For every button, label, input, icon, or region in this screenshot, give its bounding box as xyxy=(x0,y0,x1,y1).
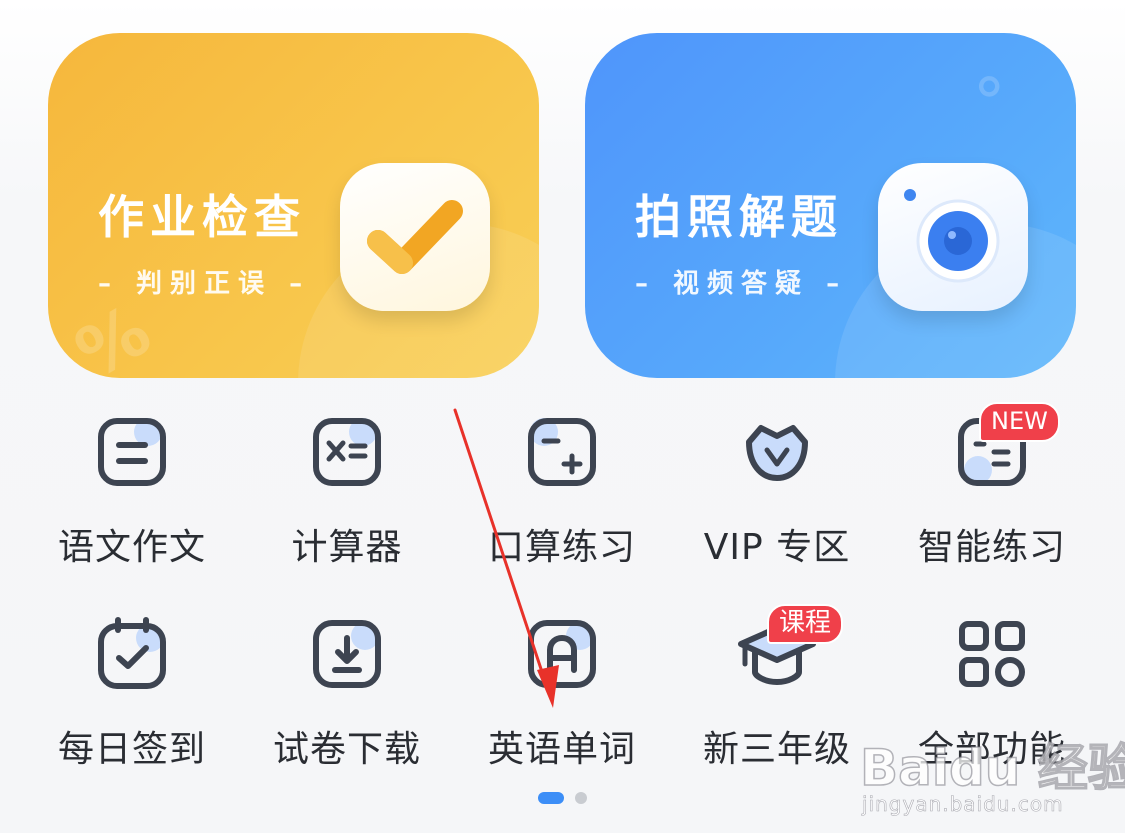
watermark-brand: Baidu 经验 xyxy=(859,738,1125,798)
pager-dot[interactable] xyxy=(575,792,587,804)
grid-item-label: 英语单词 xyxy=(487,729,636,770)
grid-item-essay[interactable]: 语文作文 xyxy=(27,412,237,582)
decoration-icon: ⚬ xyxy=(950,45,1030,131)
photo-solve-card[interactable]: ⚬ 拍照解题 – 视频答疑 – xyxy=(585,33,1076,378)
grid-item-label: VIP 专区 xyxy=(703,527,851,568)
grid-item-label: 试卷下载 xyxy=(272,729,421,770)
grid-item-label: 语文作文 xyxy=(57,527,206,568)
calculator-icon xyxy=(307,412,387,492)
grid-item-smart-practice[interactable]: NEW 智能练习 xyxy=(887,402,1097,582)
baidu-watermark: Baidu 经验 jingyan.baidu.com xyxy=(859,728,1125,828)
grid-item-mental-math[interactable]: 口算练习 xyxy=(457,412,667,582)
essay-icon xyxy=(92,412,172,492)
grid-item-english-words[interactable]: 英语单词 xyxy=(457,614,667,784)
mental-math-icon xyxy=(522,412,602,492)
camera-icon xyxy=(878,163,1028,311)
watermark-url: jingyan.baidu.com xyxy=(862,792,1064,817)
grid-item-vip[interactable]: VIP 专区 xyxy=(672,412,882,582)
card-title: 拍照解题 xyxy=(635,190,843,244)
new-badge: NEW xyxy=(979,402,1060,442)
checkmark-icon xyxy=(340,163,490,311)
course-badge: 课程 xyxy=(767,604,844,644)
card-title: 作业检查 xyxy=(98,190,306,244)
grid-item-label: 新三年级 xyxy=(702,729,851,770)
percent-decoration-icon: % xyxy=(62,288,164,378)
grid-item-calculator[interactable]: 计算器 xyxy=(242,412,452,582)
grid-apps-icon xyxy=(952,614,1032,694)
card-subtitle: – 判别正误 – xyxy=(98,269,311,299)
download-paper-icon xyxy=(307,614,387,694)
letter-a-icon xyxy=(522,614,602,694)
grid-item-label: 计算器 xyxy=(291,527,403,568)
grid-item-label: 每日签到 xyxy=(57,729,206,770)
vip-crown-icon xyxy=(737,412,817,492)
pager-dot-active[interactable] xyxy=(538,792,564,804)
homework-check-card[interactable]: % 作业检查 – 判别正误 – xyxy=(48,33,539,378)
grid-item-label: 口算练习 xyxy=(487,527,636,568)
grid-item-new-grade-three[interactable]: 课程 新三年级 xyxy=(672,604,882,784)
calendar-check-icon xyxy=(92,614,172,694)
grid-item-label: 智能练习 xyxy=(917,527,1066,568)
grid-item-paper-download[interactable]: 试卷下载 xyxy=(242,614,452,784)
card-subtitle: – 视频答疑 – xyxy=(635,269,848,299)
grid-item-daily-checkin[interactable]: 每日签到 xyxy=(27,614,237,784)
